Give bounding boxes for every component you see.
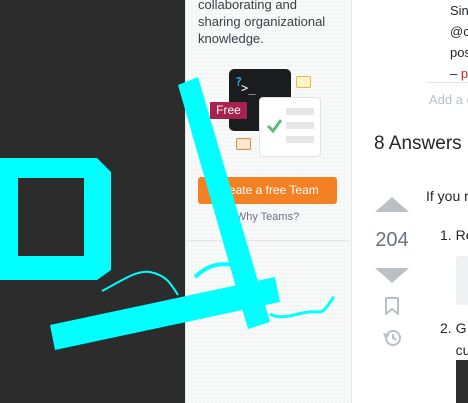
cyan-scribble-annotation <box>193 262 233 279</box>
cyan-square-annotation <box>0 158 111 280</box>
annotation-overlay <box>0 77 336 350</box>
cyan-scribble-annotation <box>269 295 336 319</box>
cyan-scribble-annotation <box>101 270 179 296</box>
